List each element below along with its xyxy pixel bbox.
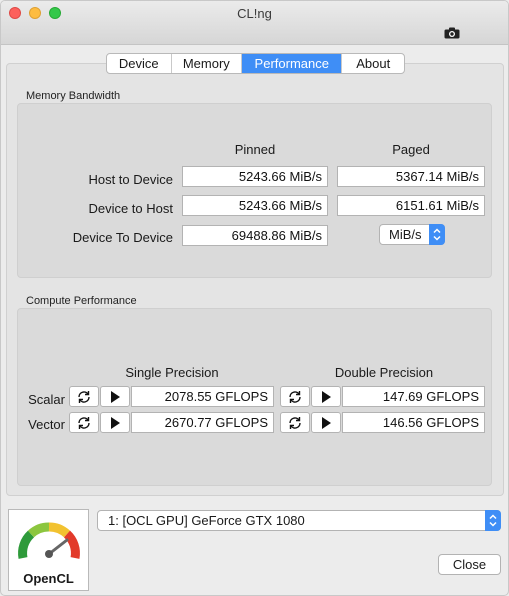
scalar-single-value: 2078.55 GFLOPS — [131, 386, 274, 407]
unit-select-value: MiB/s — [389, 227, 422, 242]
tab-device[interactable]: Device — [107, 54, 172, 73]
play-icon — [111, 390, 120, 403]
vector-double-value: 146.56 GFLOPS — [342, 412, 485, 433]
tab-bar: Device Memory Performance About — [106, 53, 405, 74]
vector-double-run-button[interactable] — [311, 412, 341, 433]
vector-single-value: 2670.77 GFLOPS — [131, 412, 274, 433]
chevron-updown-icon — [429, 224, 445, 245]
device-to-host-paged-value: 6151.61 MiB/s — [337, 195, 485, 216]
row-label-device-to-device: Device To Device — [72, 230, 173, 245]
opencl-logo: OpenCL — [8, 509, 89, 591]
device-select-value: 1: [OCL GPU] GeForce GTX 1080 — [108, 513, 305, 528]
vector-double-reset-button[interactable] — [280, 412, 310, 433]
camera-icon[interactable] — [444, 27, 460, 39]
window-title: CL!ng — [237, 6, 272, 21]
single-precision-header: Single Precision — [125, 365, 219, 380]
play-icon — [322, 416, 331, 429]
memory-bandwidth-label: Memory Bandwidth — [26, 90, 121, 102]
host-to-device-paged-value: 5367.14 MiB/s — [337, 166, 485, 187]
scalar-double-reset-button[interactable] — [280, 386, 310, 407]
row-label-vector: Vector — [28, 417, 65, 432]
paged-column-header: Paged — [392, 142, 430, 157]
memory-bandwidth-box — [17, 103, 492, 278]
play-icon — [322, 390, 331, 403]
row-label-host-to-device: Host to Device — [88, 172, 173, 187]
scalar-double-value: 147.69 GFLOPS — [342, 386, 485, 407]
row-label-device-to-host: Device to Host — [88, 201, 173, 216]
opencl-logo-text: OpenCL — [23, 571, 74, 586]
scalar-single-reset-button[interactable] — [69, 386, 99, 407]
device-to-host-pinned-value: 5243.66 MiB/s — [182, 195, 328, 216]
tab-about[interactable]: About — [342, 54, 404, 73]
vector-single-reset-button[interactable] — [69, 412, 99, 433]
play-icon — [111, 416, 120, 429]
compute-performance-label: Compute Performance — [26, 295, 137, 307]
gauge-icon — [18, 522, 80, 559]
double-precision-header: Double Precision — [334, 365, 434, 380]
title-bar: CL!ng — [1, 1, 508, 45]
unit-select[interactable]: MiB/s — [379, 224, 445, 245]
refresh-icon — [289, 390, 301, 403]
tab-performance[interactable]: Performance — [242, 54, 343, 73]
host-to-device-pinned-value: 5243.66 MiB/s — [182, 166, 328, 187]
device-select[interactable]: 1: [OCL GPU] GeForce GTX 1080 — [97, 510, 501, 531]
row-label-scalar: Scalar — [28, 392, 65, 407]
chevron-updown-icon — [485, 510, 501, 531]
scalar-single-run-button[interactable] — [100, 386, 130, 407]
close-button[interactable]: Close — [438, 554, 501, 575]
app-window: CL!ng Device Memory Performance About Me… — [0, 0, 509, 596]
vector-single-run-button[interactable] — [100, 412, 130, 433]
refresh-icon — [78, 416, 90, 429]
pinned-column-header: Pinned — [234, 142, 276, 157]
refresh-icon — [78, 390, 90, 403]
tab-memory[interactable]: Memory — [172, 54, 243, 73]
scalar-double-run-button[interactable] — [311, 386, 341, 407]
device-to-device-pinned-value: 69488.86 MiB/s — [182, 225, 328, 246]
refresh-icon — [289, 416, 301, 429]
